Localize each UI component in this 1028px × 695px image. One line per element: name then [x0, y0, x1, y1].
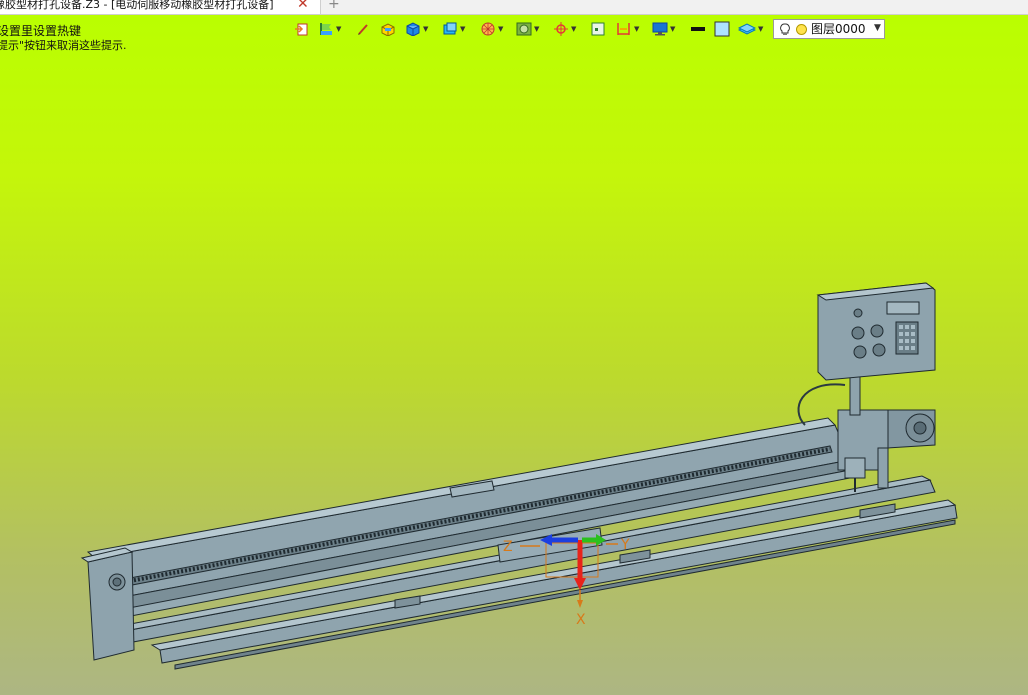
- control-panel-box: [816, 282, 936, 381]
- left-end-plate: [80, 547, 135, 661]
- axis-z-label: Z: [503, 539, 513, 555]
- axis-y-label: Y: [620, 537, 630, 553]
- 3d-viewport[interactable]: X Y Z: [0, 0, 1028, 695]
- axis-x-label: X: [576, 612, 586, 628]
- drilling-machine-model[interactable]: [80, 282, 958, 670]
